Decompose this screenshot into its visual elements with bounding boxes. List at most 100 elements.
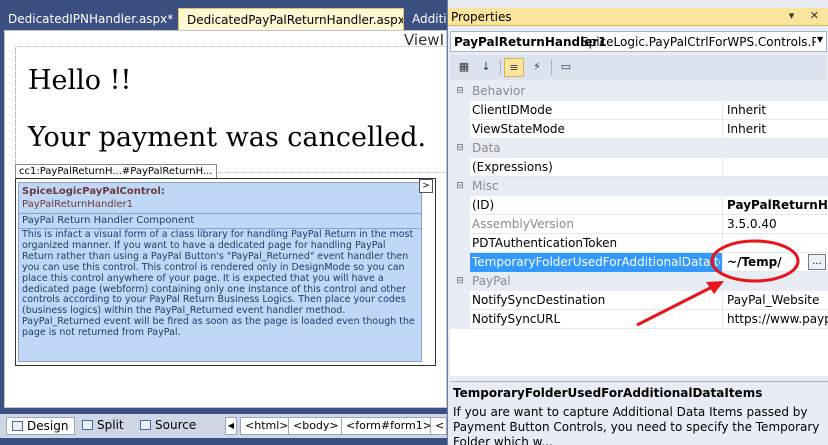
property-name: NotifySyncURL [472, 312, 561, 326]
description-title: TemporaryFolderUsedForAdditionalDataItem… [453, 386, 763, 400]
row-gutter [450, 234, 470, 253]
breadcrumb-body[interactable]: <body> [288, 417, 344, 435]
designer-pane: DedicatedIPNHandler.aspx* DedicatedPayPa… [0, 0, 447, 445]
collapse-icon[interactable]: ⊟ [450, 82, 470, 101]
collapse-icon[interactable]: ⊟ [450, 272, 470, 291]
column-divider [722, 120, 723, 139]
column-divider [722, 196, 723, 215]
column-divider [722, 291, 723, 310]
cancel-message: Your payment was cancelled. [28, 122, 427, 153]
property-value[interactable]: PayPal_Website [727, 293, 819, 307]
property-row-assemblyversion[interactable]: AssemblyVersion 3.5.0.40 [450, 215, 828, 234]
column-divider [722, 101, 723, 120]
category-behavior[interactable]: ⊟ Behavior [450, 82, 828, 101]
property-name: (ID) [472, 198, 495, 212]
breadcrumb-more[interactable]: < [430, 417, 447, 435]
toolbar-separator [551, 59, 552, 75]
tab-return-handler[interactable]: DedicatedPayPalReturnHandler.aspx* [178, 8, 404, 30]
category-label: Misc [472, 179, 499, 193]
object-type: SpiceLogic.PayPalCtrlForWPS.Controls.Pay… [581, 35, 816, 49]
property-name: ViewStateMode [472, 122, 565, 136]
property-value-input[interactable]: ~/Temp/ [727, 255, 782, 269]
category-label: PayPal [472, 274, 511, 288]
property-value[interactable]: PayPalReturnHand [727, 198, 828, 212]
categorized-icon[interactable]: ▦ [454, 58, 474, 77]
tab-additional[interactable]: Additi [404, 8, 447, 30]
property-value[interactable]: https://www.paypal [727, 312, 828, 326]
collapse-icon[interactable]: ⊟ [450, 177, 470, 196]
window-controls-icon[interactable]: ▾ ✕ [789, 9, 825, 22]
paypal-control[interactable]: SpiceLogicPayPalControl: PayPalReturnHan… [15, 178, 436, 366]
split-view-button[interactable]: Split [77, 417, 130, 435]
smart-tag-chevron-icon[interactable]: > [419, 179, 433, 193]
property-value[interactable]: Inherit [727, 103, 766, 117]
column-divider [722, 253, 723, 272]
control-tag[interactable]: cc1:PayPalReturnH...#PayPalReturnH... [15, 164, 217, 179]
design-label: Design [27, 419, 69, 433]
category-misc[interactable]: ⊟ Misc [450, 177, 828, 196]
properties-title: Properties [451, 10, 512, 24]
source-view-button[interactable]: Source [135, 417, 202, 435]
property-row-pdtauthenticationtoken[interactable]: PDTAuthenticationToken [450, 234, 828, 253]
collapse-icon[interactable]: ⊟ [450, 139, 470, 158]
split-label: Split [97, 418, 124, 432]
property-value: 3.5.0.40 [727, 217, 777, 231]
breadcrumb-left-arrow-icon[interactable]: ◀ [225, 417, 237, 435]
row-gutter [450, 215, 470, 234]
property-name: TemporaryFolderUsedForAdditionalDataItem… [472, 255, 720, 269]
alphabetical-icon[interactable]: ↓ [476, 58, 496, 77]
category-paypal[interactable]: ⊟ PayPal [450, 272, 828, 291]
column-divider [722, 310, 723, 329]
content-block[interactable]: Hello !! Your payment was cancelled. [15, 46, 445, 173]
property-row-viewstatemode[interactable]: ViewStateMode Inherit [450, 120, 828, 139]
row-gutter [450, 310, 470, 329]
properties-title-bar[interactable]: Properties ▾ ✕ [448, 8, 828, 26]
category-label: Data [472, 141, 501, 155]
document-tabs: DedicatedIPNHandler.aspx* DedicatedPayPa… [0, 8, 447, 30]
breadcrumb-html[interactable]: <html> [240, 417, 294, 435]
control-subtitle: PayPal Return Handler Component [22, 215, 195, 226]
property-row-notifysyncdestination[interactable]: NotifySyncDestination PayPal_Website [450, 291, 828, 310]
category-data[interactable]: ⊟ Data [450, 139, 828, 158]
property-grid: ⊟ Behavior ClientIDMode Inherit ViewStat… [450, 82, 828, 376]
object-selector[interactable]: PayPalReturnHandler1 SpiceLogic.PayPalCt… [450, 31, 827, 52]
property-row-notifysyncurl[interactable]: NotifySyncURL https://www.paypal [450, 310, 828, 329]
property-name: ClientIDMode [472, 103, 553, 117]
property-row-temporaryfolder[interactable]: TemporaryFolderUsedForAdditionalDataItem… [450, 253, 828, 272]
breadcrumb-form[interactable]: <form#form1> [341, 417, 437, 435]
property-row-clientidmode[interactable]: ClientIDMode Inherit [450, 101, 828, 120]
view-toolbar: Design Split Source ◀ <html> <body> <for… [0, 414, 447, 438]
split-icon [82, 420, 93, 430]
row-gutter [450, 291, 470, 310]
design-view-button[interactable]: Design [6, 417, 76, 435]
property-name: (Expressions) [472, 160, 553, 174]
property-value[interactable]: Inherit [727, 122, 766, 136]
toolbar-separator [500, 59, 501, 75]
control-name: PayPalReturnHandler1 [22, 199, 134, 210]
tab-ipn-handler[interactable]: DedicatedIPNHandler.aspx* [0, 8, 176, 30]
design-surface[interactable]: ViewI Hello !! Your payment was cancelle… [4, 30, 447, 408]
control-title: SpiceLogicPayPalControl: [22, 186, 165, 197]
row-gutter [450, 120, 470, 139]
property-name: PDTAuthenticationToken [472, 236, 618, 250]
properties-icon[interactable]: ≡ [504, 58, 524, 77]
row-gutter [450, 101, 470, 120]
row-gutter [450, 196, 470, 215]
property-row-expressions[interactable]: (Expressions) [450, 158, 828, 177]
dropdown-arrow-icon[interactable]: ▼ [817, 35, 823, 44]
property-description-pane: TemporaryFolderUsedForAdditionalDataItem… [450, 381, 828, 445]
hello-heading: Hello !! [28, 65, 132, 96]
design-icon [12, 421, 23, 431]
divider [19, 213, 421, 214]
column-divider [722, 158, 723, 177]
property-pages-icon[interactable]: ▭ [556, 58, 576, 77]
properties-window: Properties ▾ ✕ PayPalReturnHandler1 Spic… [447, 0, 828, 445]
source-label: Source [155, 418, 197, 432]
column-divider [722, 215, 723, 234]
category-label: Behavior [472, 84, 526, 98]
description-text: If you are want to capture Additional Da… [453, 405, 820, 445]
events-icon[interactable]: ⚡ [527, 58, 547, 77]
control-description: This is infact a visual form of a class … [22, 229, 415, 339]
property-row-id[interactable]: (ID) PayPalReturnHand [450, 196, 828, 215]
browse-button[interactable]: ... [808, 254, 826, 270]
